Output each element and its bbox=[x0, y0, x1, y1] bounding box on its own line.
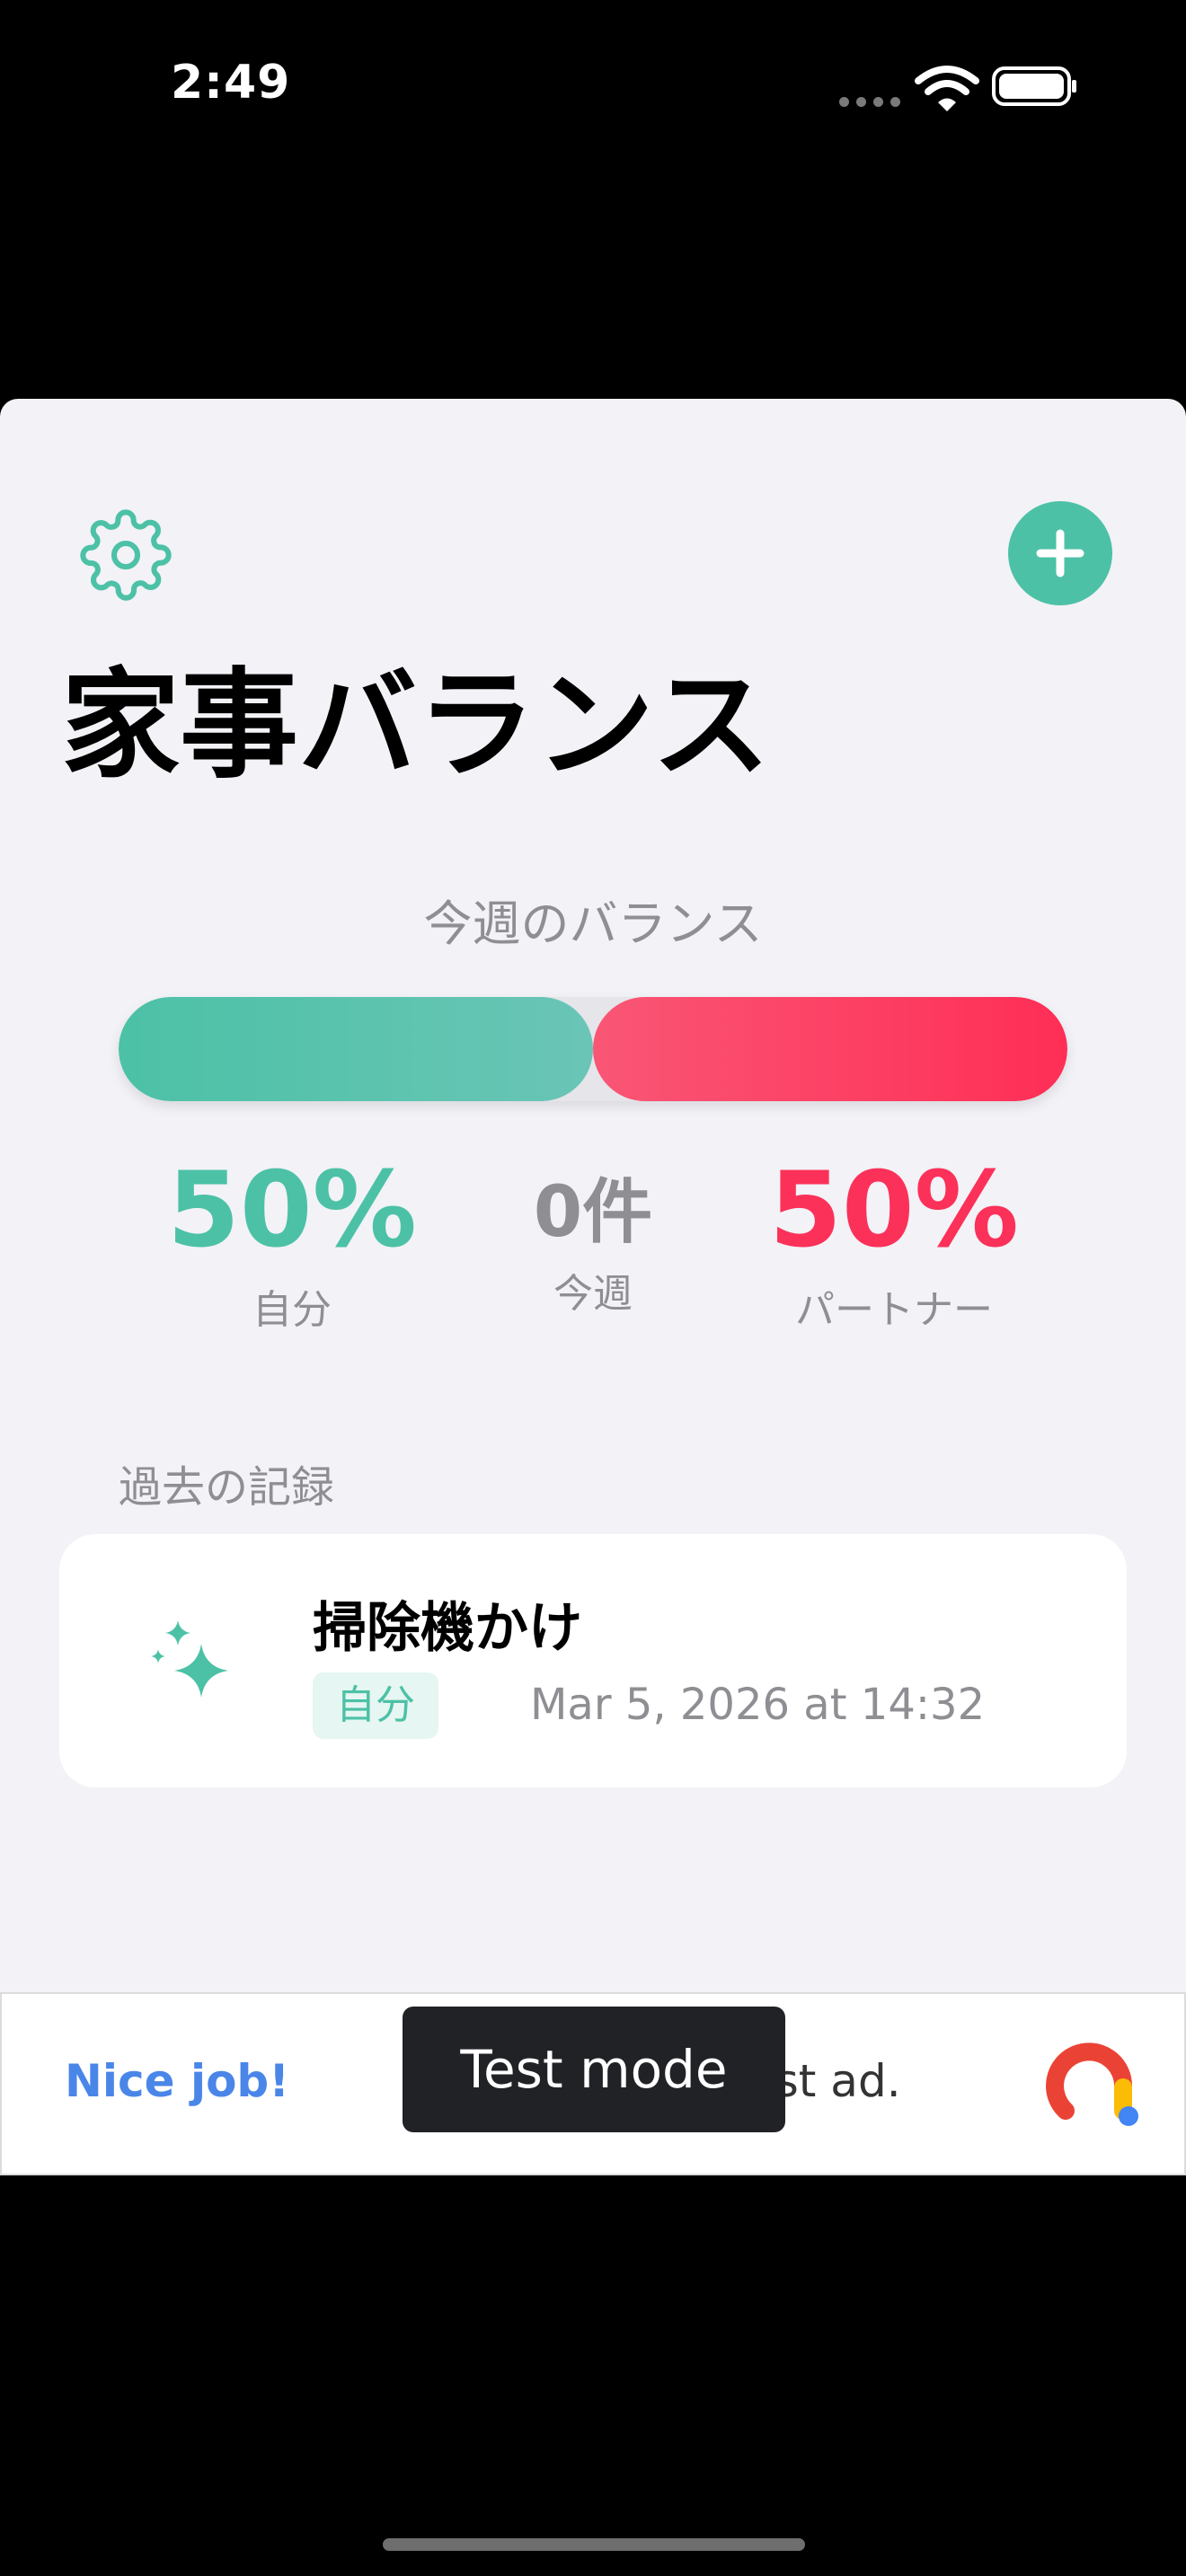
partner-percent: 50% bbox=[769, 1150, 1019, 1271]
ad-headline: Nice job! bbox=[65, 2055, 290, 2107]
cellular-signal-icon bbox=[839, 93, 907, 110]
weekly-count-stat: 0件 今週 bbox=[458, 1168, 728, 1319]
partner-stat: 50% パートナー bbox=[737, 1148, 1051, 1335]
balance-bar-self bbox=[119, 997, 593, 1101]
record-assignee-badge: 自分 bbox=[313, 1672, 438, 1739]
weekly-balance-label: 今週のバランス bbox=[423, 895, 763, 952]
self-label: 自分 bbox=[252, 1287, 332, 1333]
self-percent: 50% bbox=[167, 1150, 417, 1271]
battery-icon bbox=[992, 66, 1076, 106]
status-time: 2:49 bbox=[171, 56, 291, 110]
list-item[interactable]: 掃除機かけ 自分 Mar 5, 2026 at 14:32 bbox=[59, 1534, 1127, 1787]
settings-gear-icon[interactable] bbox=[79, 508, 173, 602]
ad-logo-icon bbox=[1046, 2042, 1138, 2126]
balance-bar bbox=[119, 997, 1067, 1101]
home-indicator bbox=[383, 2538, 805, 2551]
status-bar: 2:49 bbox=[0, 0, 1186, 180]
weekly-count: 0件 bbox=[533, 1172, 653, 1253]
record-title: 掃除機かけ bbox=[313, 1597, 582, 1660]
plus-icon bbox=[1036, 529, 1084, 578]
history-heading: 過去の記録 bbox=[119, 1462, 335, 1513]
weekly-count-label: 今週 bbox=[553, 1271, 633, 1317]
wifi-icon bbox=[915, 66, 979, 111]
record-timestamp: Mar 5, 2026 at 14:32 bbox=[530, 1680, 986, 1730]
sparkles-icon bbox=[151, 1620, 228, 1698]
balance-bar-partner bbox=[593, 997, 1067, 1101]
page-title: 家事バランス bbox=[61, 657, 771, 795]
test-mode-toast: Test mode bbox=[403, 2007, 785, 2132]
add-chore-button[interactable] bbox=[1008, 501, 1112, 605]
self-stat: 50% 自分 bbox=[135, 1148, 449, 1335]
partner-label: パートナー bbox=[795, 1287, 993, 1333]
